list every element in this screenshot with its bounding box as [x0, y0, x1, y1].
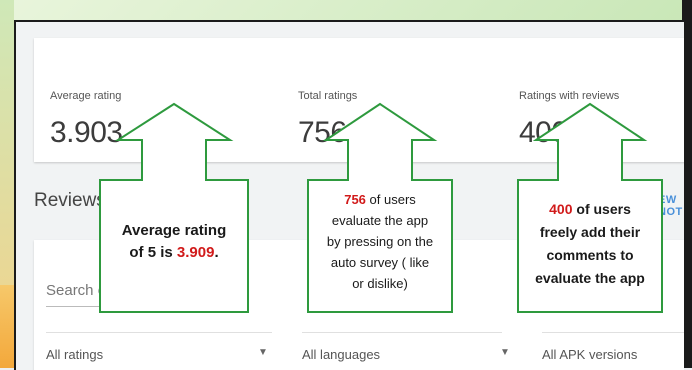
average-callout-text: Average rating of 5 is 3.909. [102, 220, 246, 264]
total-callout-line3: by pressing on the [326, 234, 434, 249]
reviews-callout-line2: freely add their [539, 224, 641, 240]
average-callout-line1: Average rating [121, 222, 227, 239]
average-callout-prefix: of 5 is [129, 244, 177, 261]
reviews-callout-line1: 400 of users [520, 198, 660, 221]
reviews-callout-suffix: of users [572, 201, 631, 217]
total-callout-suffix: of users [365, 192, 416, 207]
reviews-callout-text: 400 of users freely add their comments t… [520, 198, 660, 290]
reviews-callout-value: 400 [549, 201, 573, 217]
total-callout-line1: 756 of users [310, 189, 450, 210]
total-callout-text: 756 of users evaluate the app by pressin… [310, 189, 450, 294]
reviews-callout-line4: evaluate the app [535, 270, 645, 286]
average-callout-line2: of 5 is 3.909. [102, 242, 246, 264]
average-callout-value: 3.909 [176, 244, 215, 261]
total-callout-line5: or dislike) [352, 276, 408, 291]
reviews-callout-line3: comments to [546, 247, 634, 263]
total-callout-line2: evaluate the app [331, 213, 429, 228]
total-callout-line4: auto survey ( like [330, 255, 430, 270]
callout-arrows [99, 102, 663, 313]
average-callout-shape [99, 102, 249, 313]
average-callout-suffix: . [214, 244, 219, 261]
total-callout-value: 756 [344, 192, 366, 207]
